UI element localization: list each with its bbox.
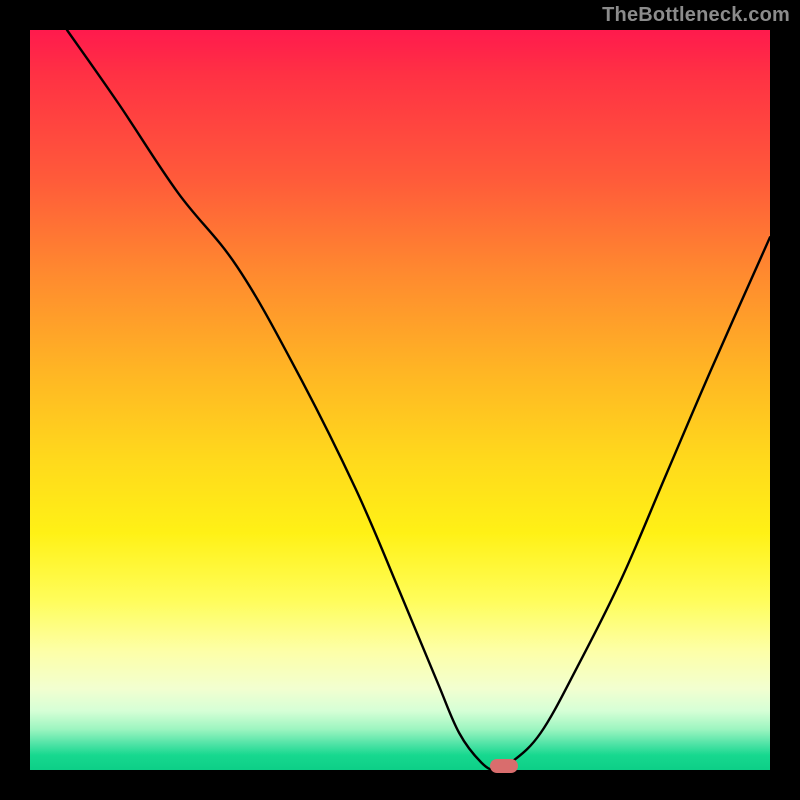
- plot-area: [30, 30, 770, 770]
- chart-frame: TheBottleneck.com: [0, 0, 800, 800]
- watermark-text: TheBottleneck.com: [602, 4, 790, 27]
- optimal-marker: [490, 759, 518, 773]
- bottleneck-curve: [30, 30, 770, 770]
